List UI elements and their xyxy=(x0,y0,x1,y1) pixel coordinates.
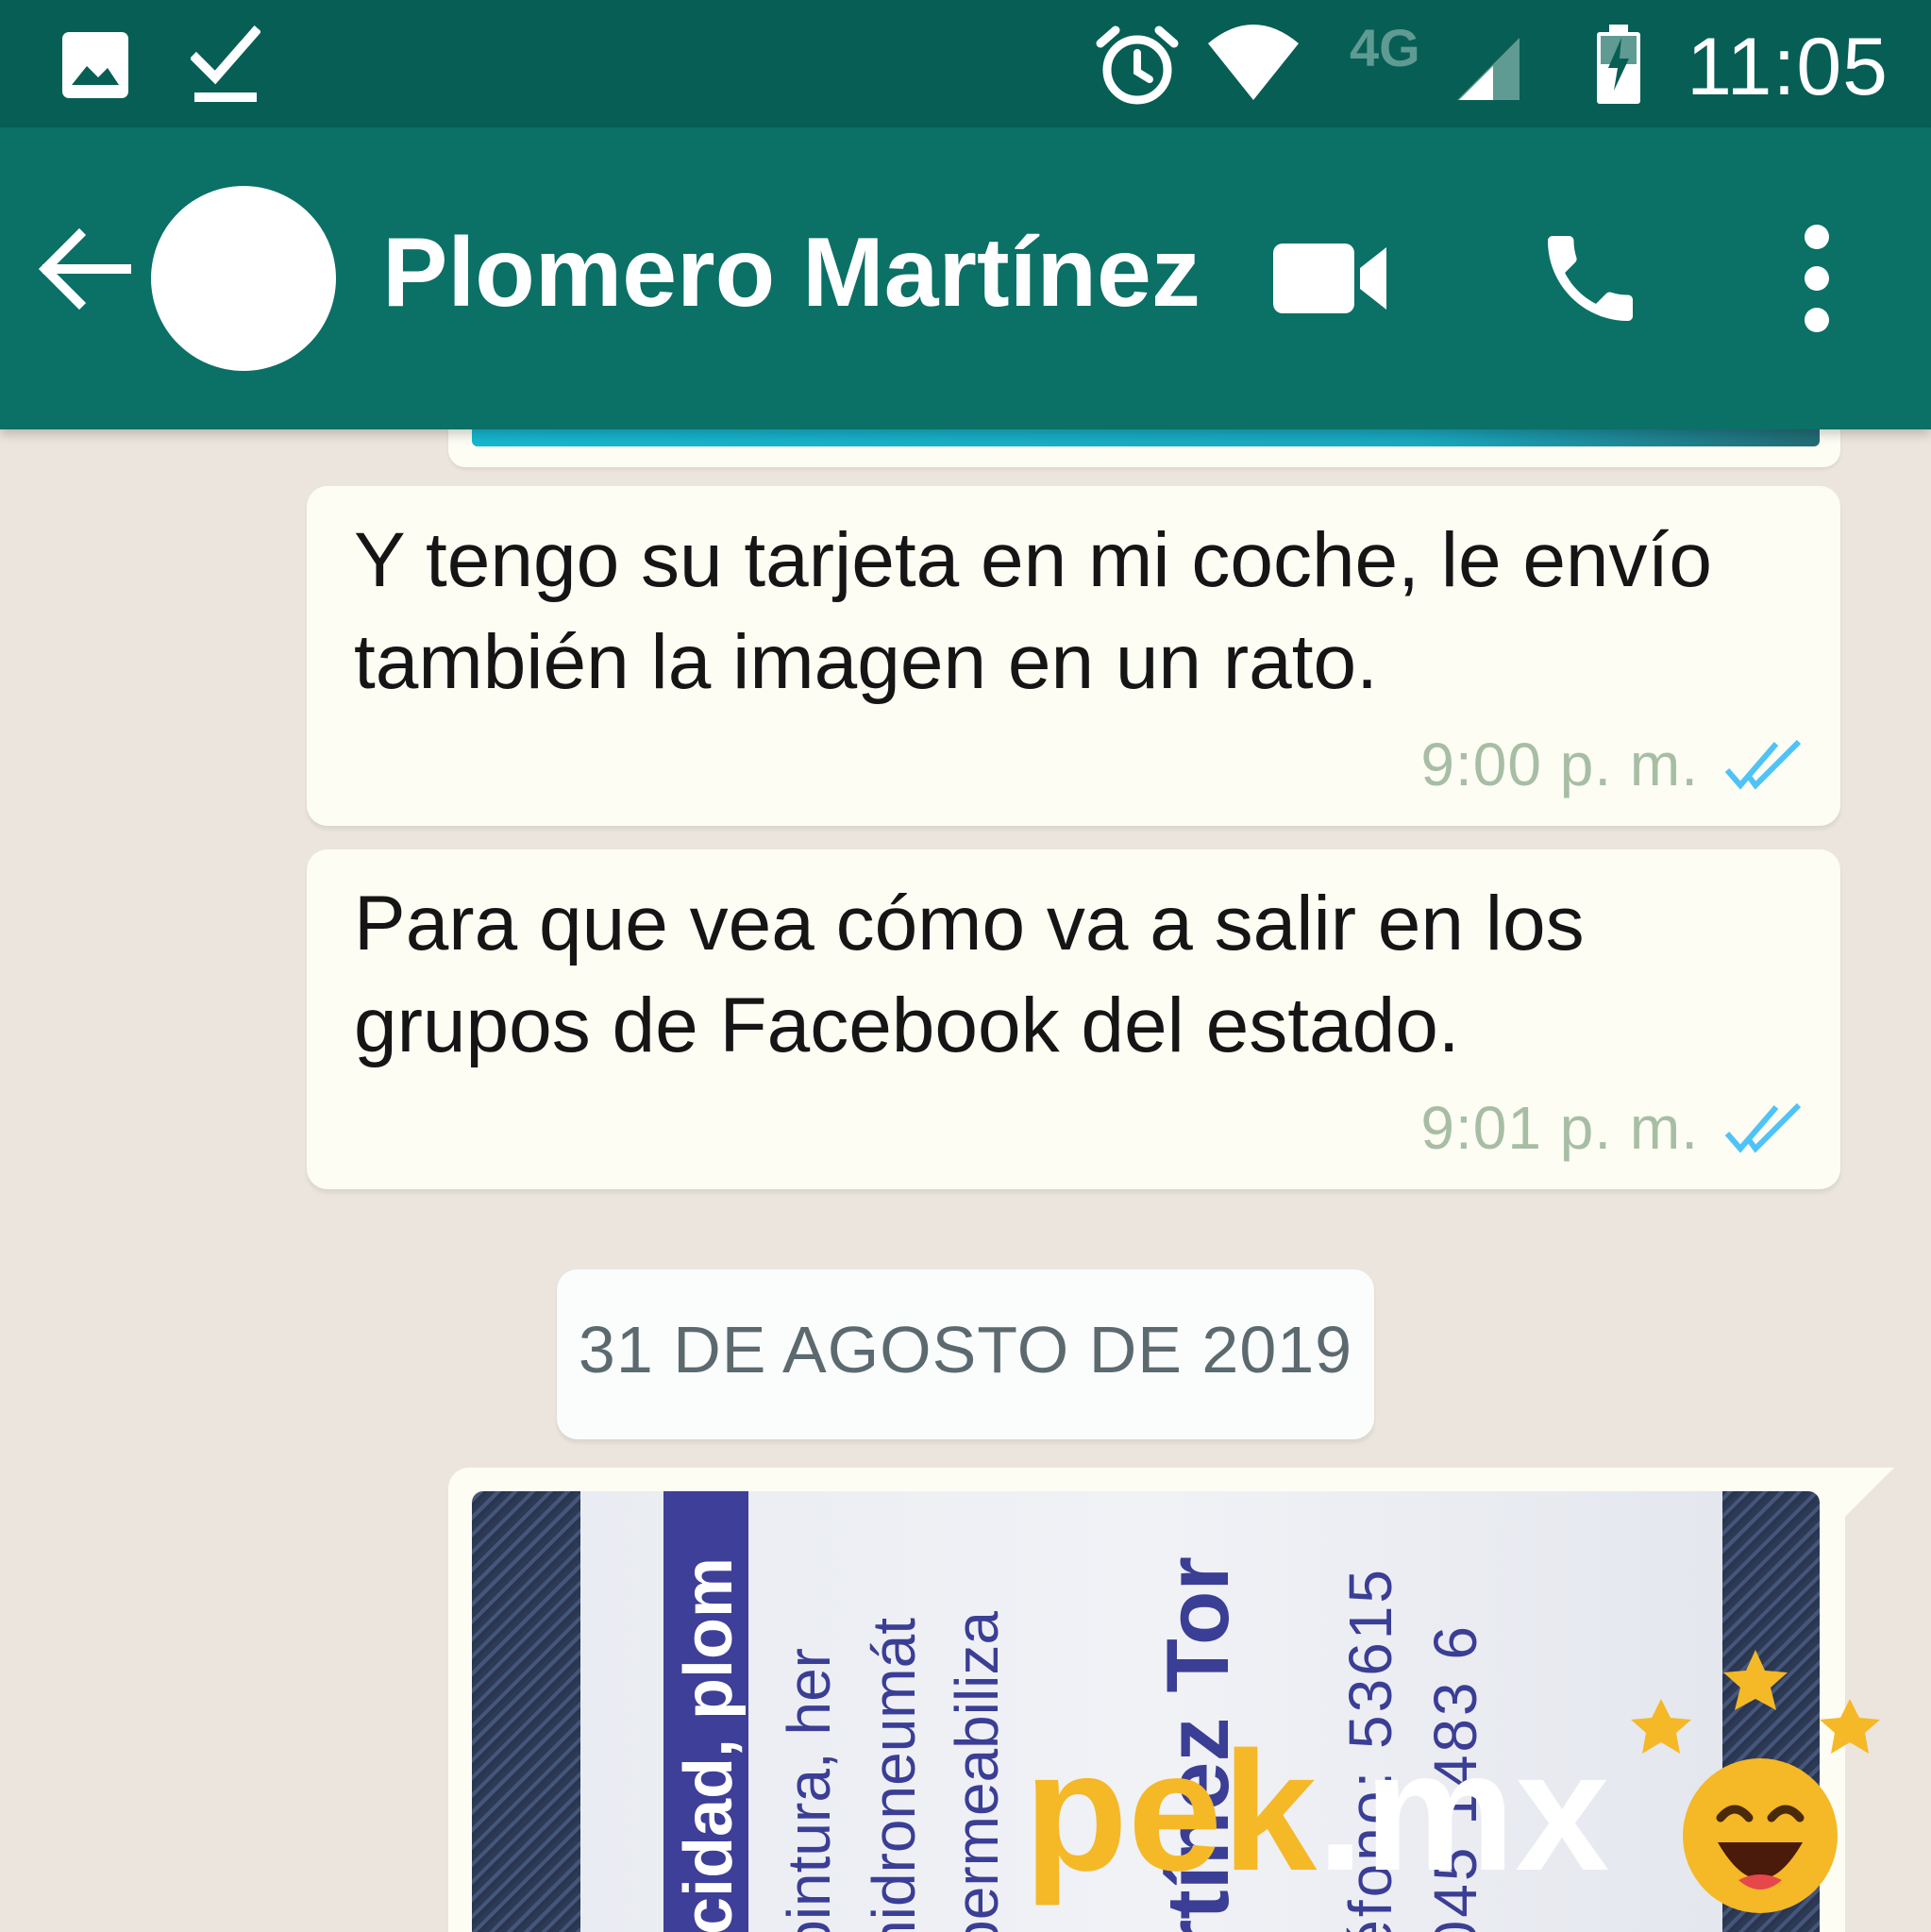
chat-header: Plomero Martínez xyxy=(0,127,1931,429)
message-bubble-outgoing[interactable]: Y tengo su tarjeta en mi coche, le envío… xyxy=(307,486,1840,826)
watermark-logo: pek.mx xyxy=(1024,1642,1906,1925)
read-receipt-icon xyxy=(1723,738,1805,791)
avatar[interactable] xyxy=(151,186,336,371)
message-time: 9:01 p. m. xyxy=(1420,1094,1699,1162)
alarm-icon xyxy=(1095,23,1180,112)
card-text-line: pintura, her xyxy=(775,1648,843,1932)
previous-image-message[interactable] xyxy=(448,429,1840,467)
watermark-part: mx xyxy=(1364,1717,1610,1907)
message-meta: 9:00 p. m. xyxy=(1420,722,1805,807)
image-notification-icon xyxy=(59,28,132,107)
previous-image-thumbnail[interactable] xyxy=(472,429,1820,446)
download-done-icon xyxy=(189,25,262,109)
video-call-button[interactable] xyxy=(1269,227,1392,330)
status-bar: 4G 11:05 xyxy=(0,0,1931,127)
message-meta: 9:01 p. m. xyxy=(1420,1085,1805,1170)
contact-name[interactable]: Plomero Martínez xyxy=(382,217,1201,329)
phone-icon xyxy=(1534,236,1647,339)
watermark-part: pek xyxy=(1024,1717,1318,1907)
read-receipt-icon xyxy=(1723,1101,1805,1154)
clock: 11:05 xyxy=(1687,22,1889,112)
more-vert-icon xyxy=(1784,225,1850,339)
date-separator-text: 31 DE AGOSTO DE 2019 xyxy=(578,1313,1353,1386)
card-text-line: hidroneumát xyxy=(860,1618,928,1932)
network-type-label: 4G xyxy=(1350,18,1420,77)
bubble-tail xyxy=(1845,1468,1894,1517)
message-bubble-outgoing[interactable]: Para que vea cómo va a salir en los grup… xyxy=(307,849,1840,1189)
laughing-face-icon xyxy=(1623,1642,1897,1925)
voice-call-button[interactable] xyxy=(1534,222,1647,335)
message-time: 9:00 p. m. xyxy=(1420,731,1699,798)
wifi-icon xyxy=(1206,23,1301,107)
video-call-icon xyxy=(1269,244,1392,334)
message-text: Y tengo su tarjeta en mi coche, le envío… xyxy=(354,517,1712,705)
back-arrow-icon xyxy=(38,227,132,320)
card-text-line: permeabiliza xyxy=(943,1611,1011,1932)
more-options-button[interactable] xyxy=(1784,222,1850,335)
battery-charging-icon xyxy=(1595,25,1642,109)
back-button[interactable] xyxy=(38,222,132,316)
watermark-text: pek.mx xyxy=(1024,1727,1609,1897)
signal-icon xyxy=(1455,36,1521,107)
message-text: Para que vea cómo va a salir en los grup… xyxy=(354,881,1585,1068)
date-separator: 31 DE AGOSTO DE 2019 xyxy=(557,1269,1374,1439)
watermark-part: . xyxy=(1317,1717,1365,1907)
card-text-line: icidad, plom xyxy=(671,1556,747,1932)
